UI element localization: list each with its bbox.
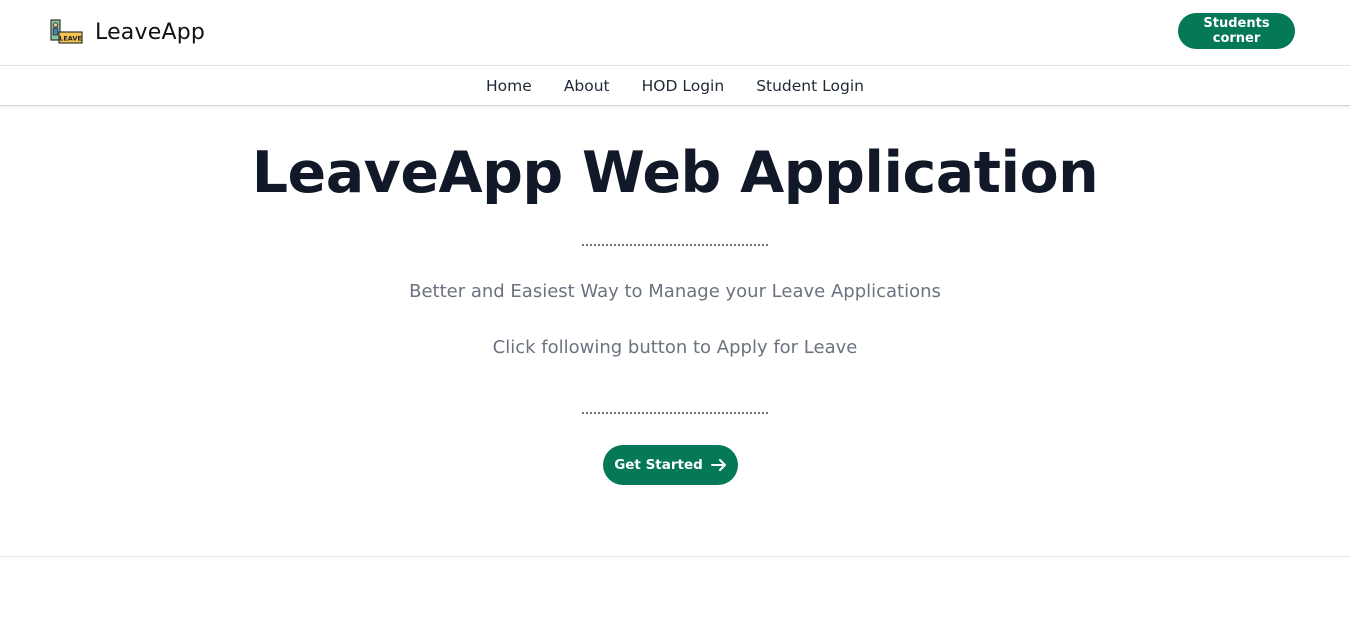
students-corner-button[interactable]: Students corner (1178, 13, 1295, 49)
brand-link[interactable]: LEAVE LeaveApp (50, 17, 205, 47)
main-nav: Home About HOD Login Student Login (0, 66, 1350, 106)
brand-name: LeaveApp (95, 19, 206, 45)
section-divider (0, 556, 1350, 557)
hero-instruction: Click following button to Apply for Leav… (492, 337, 858, 358)
svg-text:LEAVE: LEAVE (59, 35, 82, 43)
site-header: LEAVE LeaveApp Students corner (0, 0, 1350, 66)
dotted-divider-bottom (582, 412, 768, 414)
hero-subtitle: Better and Easiest Way to Manage your Le… (409, 281, 941, 302)
nav-student-login[interactable]: Student Login (756, 77, 864, 95)
get-started-label: Get Started (614, 457, 703, 473)
page-title: LeaveApp Web Application (251, 140, 1099, 206)
dotted-divider-top (582, 244, 768, 246)
arrow-right-icon (710, 459, 726, 471)
nav-hod-login[interactable]: HOD Login (642, 77, 725, 95)
leave-logo-icon: LEAVE (50, 19, 83, 44)
get-started-button[interactable]: Get Started (603, 445, 738, 485)
nav-home[interactable]: Home (486, 77, 532, 95)
nav-about[interactable]: About (564, 77, 610, 95)
